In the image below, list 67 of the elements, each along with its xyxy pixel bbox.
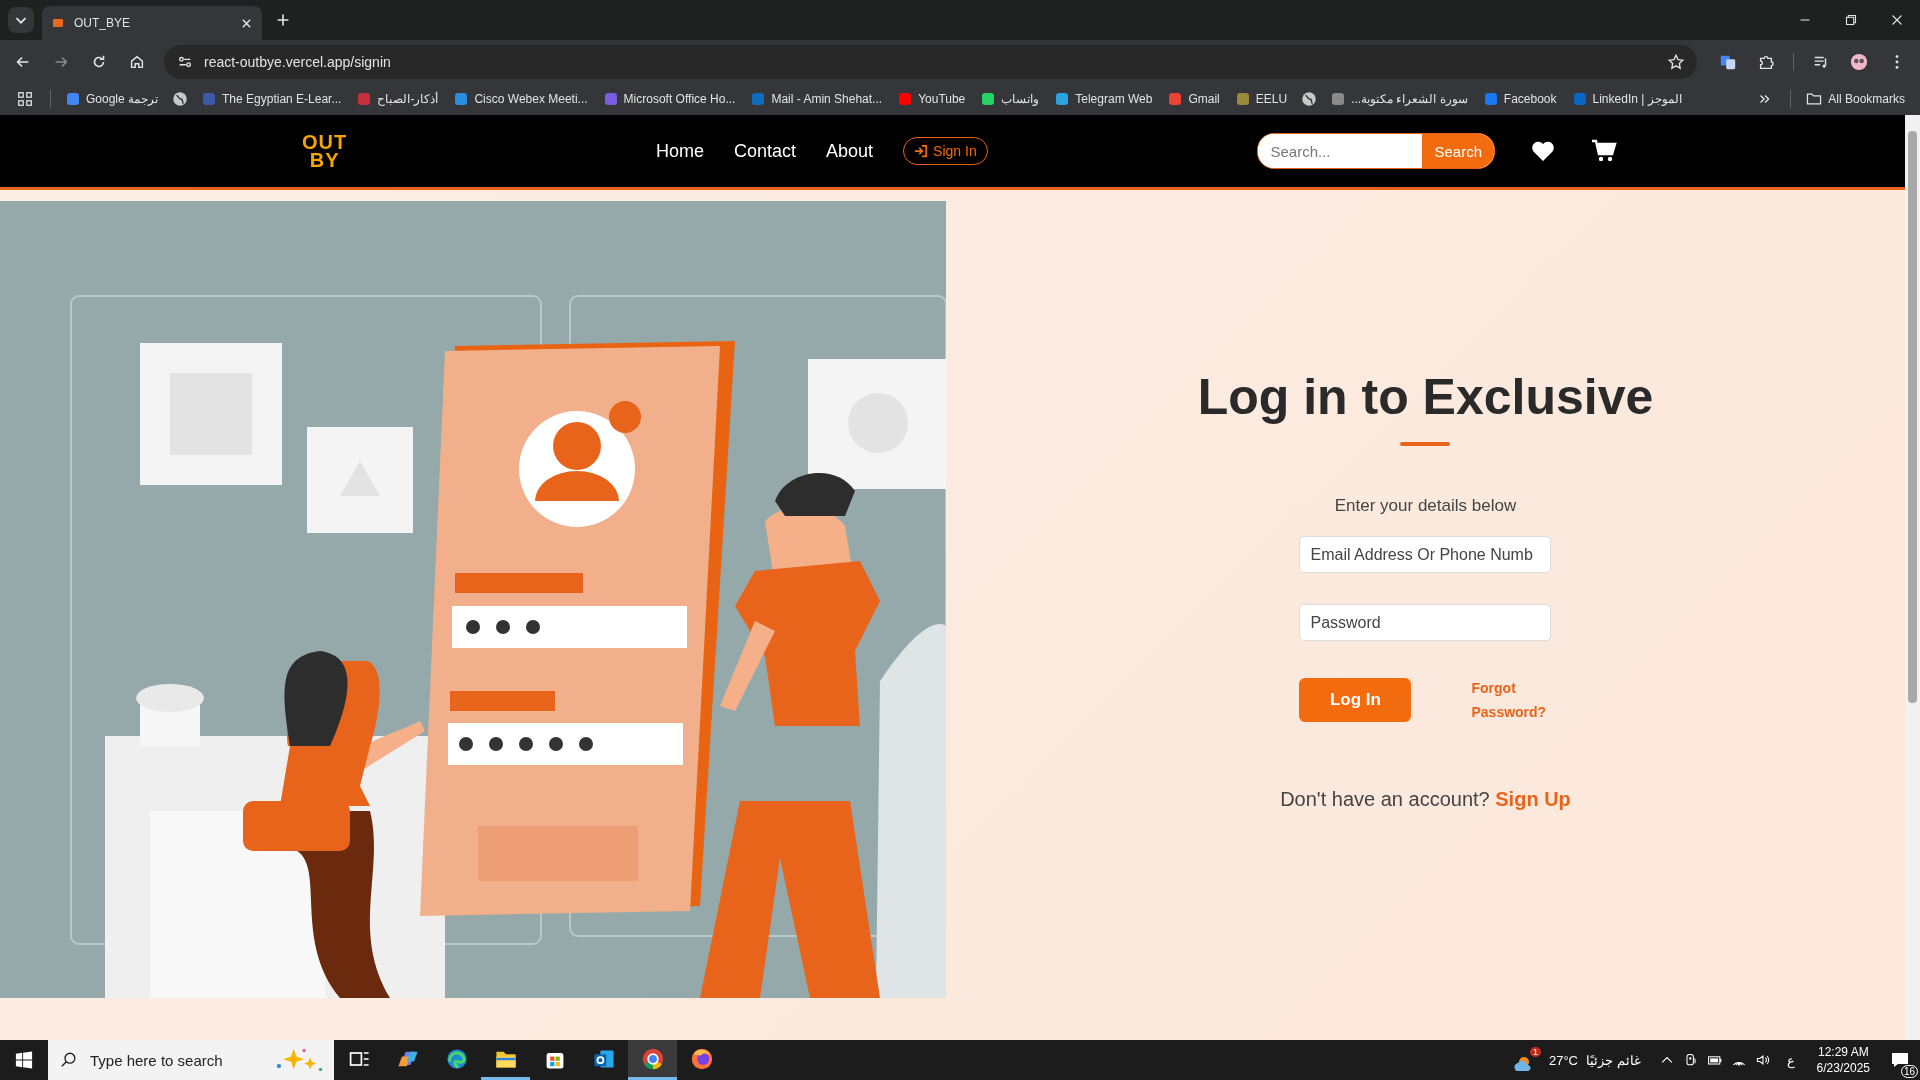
bookmark[interactable]: Microsoft Office Ho... bbox=[596, 86, 743, 112]
password-field[interactable]: Password bbox=[1299, 604, 1552, 641]
address-bar[interactable]: react-outbye.vercel.app/signin bbox=[164, 44, 1697, 79]
bookmark[interactable]: Mail - Amin Shehat... bbox=[744, 86, 890, 112]
cart-icon[interactable] bbox=[1591, 139, 1617, 163]
notification-count: 16 bbox=[1900, 1065, 1918, 1078]
nav-link[interactable]: Contact bbox=[734, 140, 797, 162]
search-icon bbox=[60, 1051, 78, 1069]
bookmark[interactable]: Google ترجمة bbox=[59, 86, 166, 112]
firefox-icon bbox=[689, 1046, 714, 1071]
site-icon bbox=[454, 92, 469, 106]
site-icon bbox=[202, 92, 217, 106]
bookmark[interactable]: سورة الشعراء مكتوبة... bbox=[1324, 86, 1475, 112]
email-field[interactable]: Email Address Or Phone Numb bbox=[1299, 536, 1552, 573]
browser-tab[interactable]: OUT_BYE bbox=[42, 6, 262, 40]
close-icon[interactable] bbox=[241, 17, 252, 29]
notification-badge: 1 bbox=[1529, 1047, 1541, 1057]
bookmark[interactable]: Cisco Webex Meeti... bbox=[447, 86, 595, 112]
bookmark[interactable]: LinkedIn | الموجز bbox=[1565, 86, 1689, 112]
site-icon bbox=[357, 92, 372, 106]
page-title: Log in to Exclusive bbox=[1197, 368, 1654, 426]
site-icon bbox=[1572, 92, 1587, 106]
bookmark[interactable]: أذكار-الصباح bbox=[350, 86, 446, 112]
site-icon bbox=[1483, 92, 1498, 106]
bookmark[interactable]: Facebook bbox=[1476, 86, 1564, 112]
globe-icon[interactable] bbox=[1300, 90, 1319, 108]
folder-icon bbox=[1806, 92, 1823, 106]
bookmark[interactable]: Telegram Web bbox=[1048, 86, 1160, 112]
apps-grid-icon[interactable] bbox=[16, 90, 34, 108]
clock[interactable]: 12:29 AM 6/23/2025 bbox=[1816, 1044, 1870, 1076]
bookmark[interactable]: واتساب bbox=[974, 86, 1047, 112]
heart-icon[interactable] bbox=[1531, 140, 1555, 162]
scrollbar[interactable] bbox=[1905, 115, 1920, 1040]
signup-prompt: Don't have an account? bbox=[1280, 788, 1490, 810]
nav-link[interactable]: Home bbox=[656, 140, 704, 162]
sign-in-icon bbox=[914, 144, 929, 158]
site-icon bbox=[603, 92, 618, 106]
site-icon bbox=[1055, 92, 1070, 106]
site-icon bbox=[1168, 92, 1183, 106]
chrome-taskbar-button[interactable] bbox=[628, 1040, 677, 1080]
chrome-icon bbox=[640, 1046, 665, 1071]
bookmark[interactable]: The Egyptian E-Lear... bbox=[195, 86, 349, 112]
scrollbar-thumb[interactable] bbox=[1908, 131, 1917, 703]
site-icon bbox=[981, 92, 996, 106]
site-icon bbox=[751, 92, 766, 106]
input-language-indicator[interactable]: ع bbox=[1786, 1052, 1795, 1068]
title-underline bbox=[1400, 442, 1451, 446]
nav-link[interactable]: About bbox=[826, 140, 874, 162]
profile-avatar-icon[interactable] bbox=[1850, 52, 1868, 71]
windows-start-icon[interactable] bbox=[15, 1051, 33, 1069]
site-icon bbox=[898, 92, 913, 106]
bookmark[interactable]: YouTube bbox=[891, 86, 973, 112]
star-icon[interactable] bbox=[1667, 52, 1685, 71]
bookmark[interactable]: EELU bbox=[1228, 86, 1295, 112]
all-bookmarks-button[interactable]: All Bookmarks bbox=[1799, 86, 1912, 112]
search-input[interactable]: Type here to search bbox=[88, 1050, 262, 1070]
edge-icon bbox=[444, 1046, 469, 1071]
taskbar-search-field[interactable]: Type here to search bbox=[48, 1040, 334, 1080]
speaker-icon[interactable] bbox=[1754, 1052, 1771, 1068]
site-icon bbox=[52, 17, 64, 29]
site-icon bbox=[1331, 92, 1346, 106]
bookmark[interactable]: Gmail bbox=[1161, 86, 1227, 112]
site-icon bbox=[66, 92, 80, 106]
globe-icon[interactable] bbox=[171, 90, 190, 108]
logo[interactable]: OUT BY bbox=[302, 133, 348, 169]
subtitle: Enter your details below bbox=[1334, 496, 1517, 516]
site-icon bbox=[1235, 92, 1250, 106]
